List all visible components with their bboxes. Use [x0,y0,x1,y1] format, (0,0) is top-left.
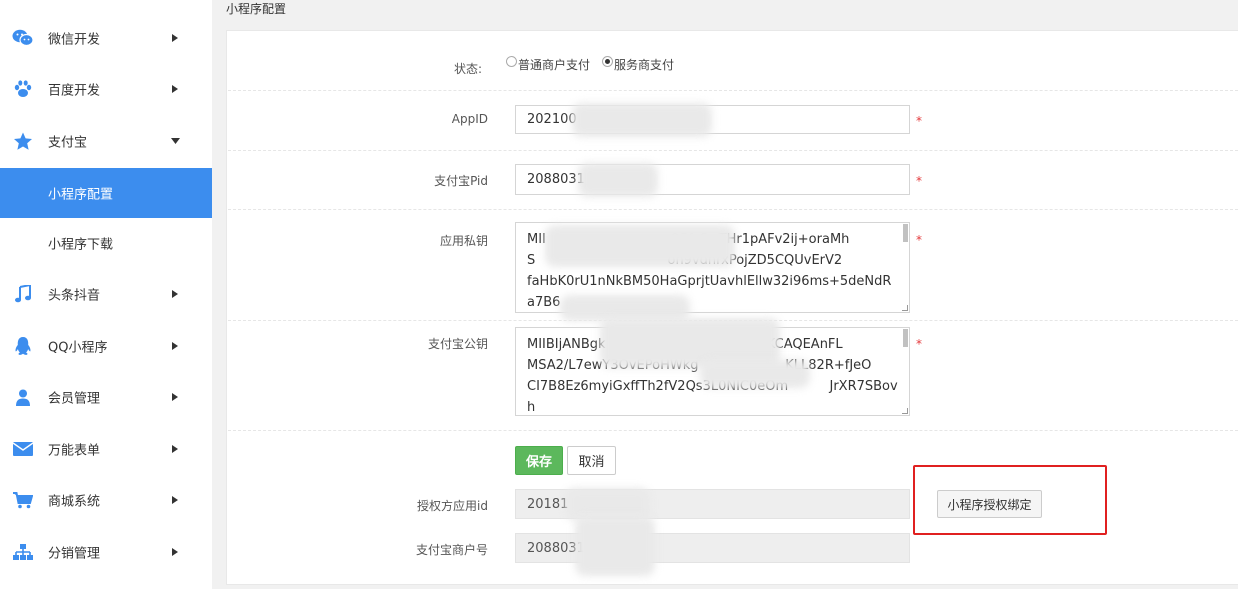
page-title: 小程序配置 [226,2,287,16]
sidebar-item-mini-program-download[interactable]: 小程序下载 [0,218,212,268]
appid-value: 202100 [527,112,577,127]
auth-app-id-value: 20181 [527,496,569,512]
row-divider [228,209,1238,210]
sidebar-item-mini-program-config[interactable]: 小程序配置 [0,168,212,218]
sidebar-item-label: 分销管理 [48,546,101,562]
status-label: 状态: [453,62,482,76]
resize-handle[interactable] [902,305,908,311]
wechat-icon [12,27,34,49]
chevron-right-icon [170,289,180,299]
resize-handle[interactable] [902,408,908,414]
public-key-label: 支付宝公钥 [427,337,488,351]
save-button[interactable]: 保存 [515,446,563,475]
sitemap-icon [12,541,34,563]
sidebar-item-member-management[interactable]: 会员管理 [0,372,212,422]
user-icon [12,386,34,408]
sidebar: 微信开发 百度开发 支付宝 小程序配置 小程序下载 头条抖音 QQ小程序 会员管… [0,0,212,589]
redaction-blur [575,516,655,576]
chevron-right-icon [170,392,180,402]
sidebar-item-label: 百度开发 [48,83,101,99]
row-divider [228,90,1238,91]
highlight-annotation-box [913,465,1107,535]
cart-icon [12,489,34,511]
sidebar-item-label: 会员管理 [48,391,101,407]
redaction-blur [578,163,658,197]
pid-input[interactable]: 2088031 [515,164,910,195]
sidebar-item-label: 商城系统 [48,494,101,510]
radio-service-provider-label[interactable]: 服务商支付 [614,56,674,73]
redaction-blur [572,103,712,137]
qq-penguin-icon [12,335,34,357]
radio-service-provider[interactable] [602,56,613,67]
merchant-no-label: 支付宝商户号 [415,543,488,557]
sidebar-item-label: 万能表单 [48,443,101,459]
sidebar-item-label: 支付宝 [48,135,88,151]
envelope-icon [12,438,34,460]
pid-value: 2088031 [527,172,585,187]
sidebar-item-wechat-dev[interactable]: 微信开发 [0,13,212,63]
cancel-button[interactable]: 取消 [567,446,616,475]
row-divider [228,430,1238,431]
redaction-blur [545,225,735,267]
private-key-label: 应用私钥 [439,234,488,248]
radio-normal-merchant[interactable] [506,56,517,67]
chevron-right-icon [170,84,180,94]
star-icon [12,130,34,152]
chevron-down-icon [170,136,180,146]
scrollbar[interactable] [903,329,908,347]
sidebar-item-mall-system[interactable]: 商城系统 [0,475,212,525]
sidebar-item-baidu-dev[interactable]: 百度开发 [0,64,212,114]
required-mark: * [916,337,922,351]
sidebar-item-label: 小程序下载 [48,237,114,253]
chevron-right-icon [170,444,180,454]
required-mark: * [916,174,922,188]
sidebar-item-label: 微信开发 [48,32,101,48]
sidebar-item-qq-mini-program[interactable]: QQ小程序 [0,321,212,371]
redaction-blur [700,360,810,388]
chevron-right-icon [170,547,180,557]
chevron-right-icon [170,341,180,351]
sidebar-item-toutiao-douyin[interactable]: 头条抖音 [0,269,212,319]
chevron-right-icon [170,495,180,505]
radio-normal-merchant-label[interactable]: 普通商户支付 [518,56,590,73]
pid-label: 支付宝Pid [434,174,488,188]
sidebar-item-distribution-management[interactable]: 分销管理 [0,527,212,577]
sidebar-item-label: 小程序配置 [48,187,114,203]
sidebar-item-alipay[interactable]: 支付宝 [0,116,212,166]
auth-app-id-label: 授权方应用id [417,499,488,513]
row-divider [228,150,1238,151]
chevron-right-icon [170,33,180,43]
sidebar-item-universal-form[interactable]: 万能表单 [0,424,212,474]
appid-label: AppID [451,112,488,126]
paw-icon [12,78,34,100]
music-note-icon [12,283,34,305]
required-mark: * [916,114,922,128]
required-mark: * [916,233,922,247]
sidebar-item-label: 头条抖音 [48,288,101,304]
scrollbar[interactable] [903,224,908,242]
sidebar-item-label: QQ小程序 [48,340,108,356]
